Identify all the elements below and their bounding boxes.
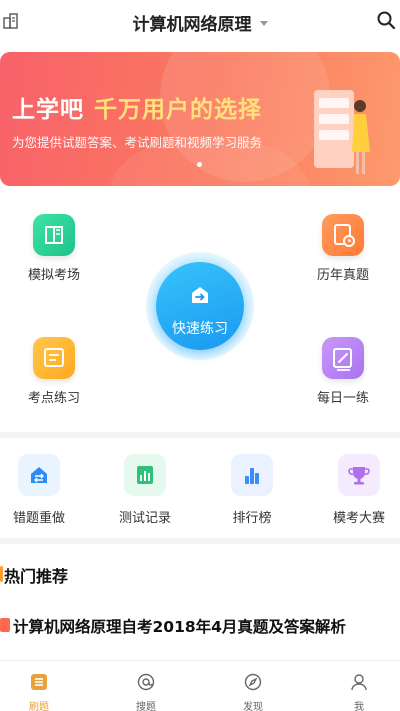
tab-me[interactable]: 我	[329, 673, 389, 711]
arrow-box-icon	[192, 287, 208, 303]
bottom-tab-bar: 刷题 搜题 发现 我	[0, 660, 400, 711]
section-accent-bar	[0, 566, 3, 582]
promo-banner[interactable]: 上学吧 千万用户的选择 为您提供试题答案、考试刷题和视频学习服务	[0, 52, 400, 186]
compass-icon	[244, 673, 262, 691]
exam-tag-icon	[0, 618, 10, 632]
mock-contest-label: 模考大赛	[332, 511, 385, 526]
document-clock-icon	[334, 224, 355, 247]
top-header: 计算机网络原理	[0, 0, 400, 44]
tab-search-questions[interactable]: 搜题	[116, 673, 176, 711]
past-papers-button[interactable]: 历年真题	[303, 214, 383, 283]
tab-discover[interactable]: 发现	[223, 673, 283, 711]
past-papers-label: 历年真题	[316, 268, 369, 283]
tab-label: 刷题	[29, 702, 49, 711]
chevron-down-icon	[259, 21, 268, 26]
tab-label: 搜题	[136, 702, 156, 711]
person-icon	[351, 674, 367, 691]
ranking-label: 排行榜	[232, 511, 272, 526]
tab-label: 发现	[243, 702, 263, 711]
page-title: 计算机网络原理	[132, 15, 252, 35]
quick-practice-label: 快速练习	[172, 321, 228, 337]
bar-chart-doc-icon	[137, 466, 153, 484]
list-icon	[31, 674, 47, 690]
topic-practice-button[interactable]: 考点练习	[14, 337, 94, 406]
carousel-indicator	[197, 162, 202, 167]
mock-exam-button[interactable]: 模拟考场	[14, 214, 94, 283]
daily-practice-label: 每日一练	[316, 391, 369, 406]
ranking-button[interactable]: 排行榜	[207, 454, 297, 526]
search-at-icon	[137, 673, 155, 691]
topic-practice-label: 考点练习	[27, 391, 80, 406]
quick-practice-button[interactable]: 快速练习	[146, 252, 254, 360]
student-illustration	[314, 90, 370, 174]
tab-practice[interactable]: 刷题	[9, 673, 69, 711]
ranking-bars-icon	[245, 468, 259, 484]
list-item-title: 计算机网络原理自考2018年4月真题及答案解析	[13, 618, 346, 636]
mock-contest-button[interactable]: 模考大赛	[314, 454, 400, 526]
list-item[interactable]: 计算机网络原理自考2018年4月真题及答案解析	[0, 614, 400, 638]
search-icon[interactable]	[376, 10, 396, 30]
chat-lines-icon	[44, 348, 64, 367]
banner-headline: 上学吧 千万用户的选择	[12, 97, 262, 123]
wrong-redo-button[interactable]: 错题重做	[0, 454, 84, 526]
test-records-label: 测试记录	[118, 511, 171, 526]
hot-section-title: 热门推荐	[4, 567, 69, 586]
book-icon	[45, 226, 63, 244]
banner-subtitle: 为您提供试题答案、考试刷题和视频学习服务	[12, 135, 263, 150]
edit-note-icon	[333, 348, 352, 371]
daily-practice-button[interactable]: 每日一练	[303, 337, 383, 406]
tab-label: 我	[354, 702, 364, 711]
section-divider	[0, 538, 400, 544]
house-arrows-icon	[31, 467, 47, 483]
mock-exam-label: 模拟考场	[27, 268, 80, 283]
test-records-button[interactable]: 测试记录	[100, 454, 190, 526]
section-divider	[0, 432, 400, 438]
subject-selector[interactable]: 计算机网络原理	[0, 10, 400, 35]
wrong-redo-label: 错题重做	[12, 511, 65, 526]
trophy-icon	[348, 467, 370, 485]
